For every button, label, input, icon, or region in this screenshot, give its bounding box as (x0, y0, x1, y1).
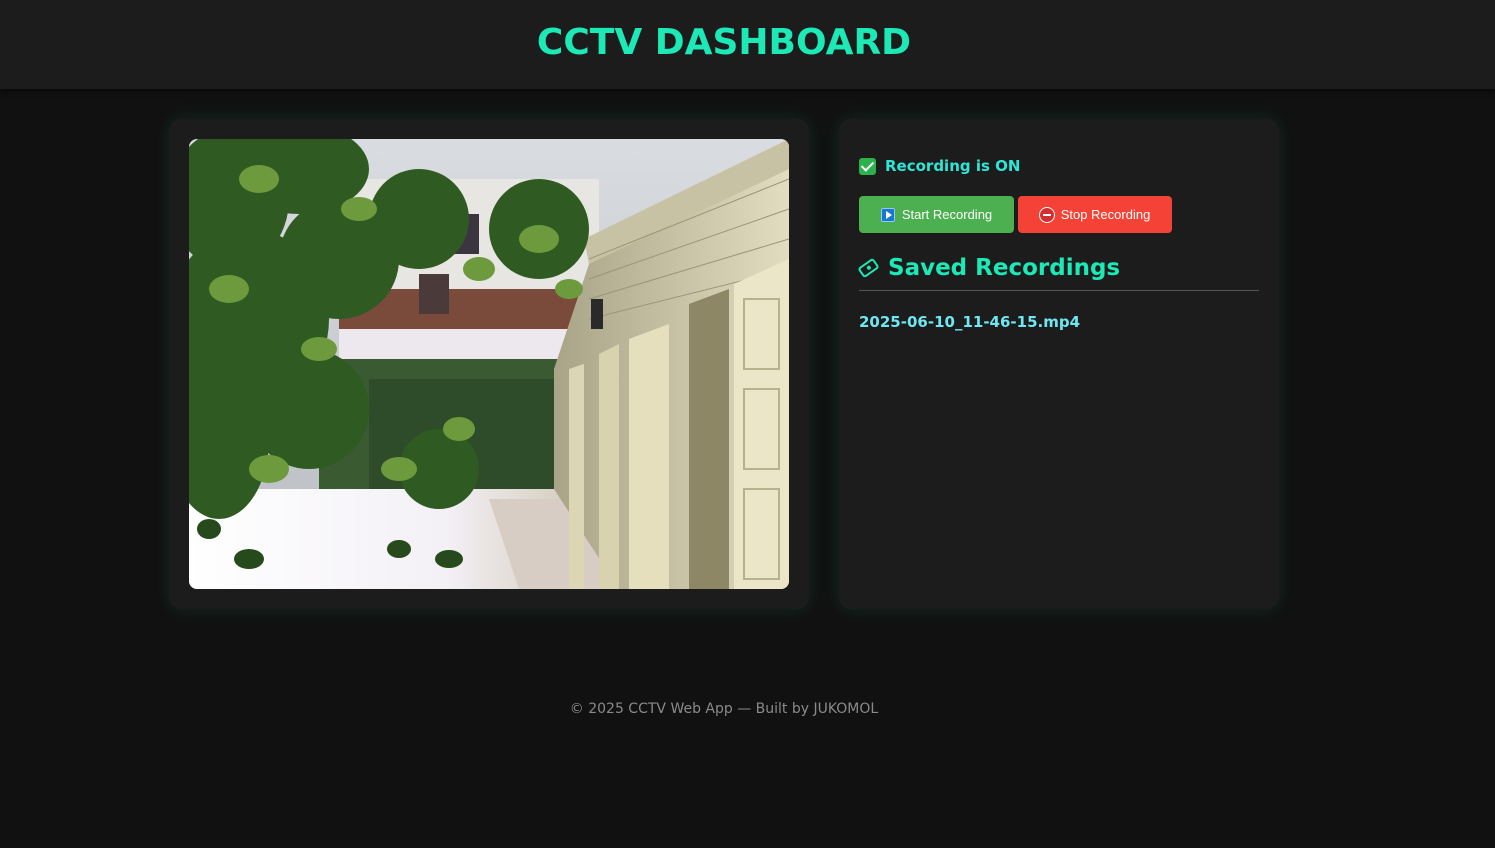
start-recording-label: Start Recording (901, 207, 993, 222)
check-icon (859, 157, 876, 175)
camera-feed-image (189, 139, 789, 589)
recording-link[interactable]: 2025-06-10_11-46-15.mp4 (859, 313, 1080, 331)
camera-feed (189, 139, 789, 589)
start-recording-button[interactable]: Start Recording (859, 196, 1014, 233)
divider (859, 290, 1259, 291)
recording-status-text: Recording is ON (885, 157, 1021, 175)
play-icon (880, 207, 895, 222)
recording-status: Recording is ON (859, 157, 1020, 175)
stop-icon (1039, 207, 1054, 222)
page-title: CCTV DASHBOARD (536, 22, 912, 63)
saved-recordings-heading: Saved Recordings (857, 255, 1259, 281)
stop-recording-button[interactable]: Stop Recording (1018, 196, 1172, 233)
tape-icon (857, 257, 880, 279)
control-panel: Recording is ON Start Recording Stop Rec… (839, 119, 1279, 609)
recordings-list: 2025-06-10_11-46-15.mp4 (859, 312, 1080, 331)
video-panel (169, 119, 809, 609)
stop-recording-label: Stop Recording (1060, 207, 1151, 222)
saved-recordings-title: Saved Recordings (888, 255, 1121, 281)
app-header: CCTV DASHBOARD (0, 0, 1495, 89)
footer: © 2025 CCTV Web App — Built by JUKOMOL (569, 701, 879, 717)
list-item: 2025-06-10_11-46-15.mp4 (859, 312, 1080, 331)
